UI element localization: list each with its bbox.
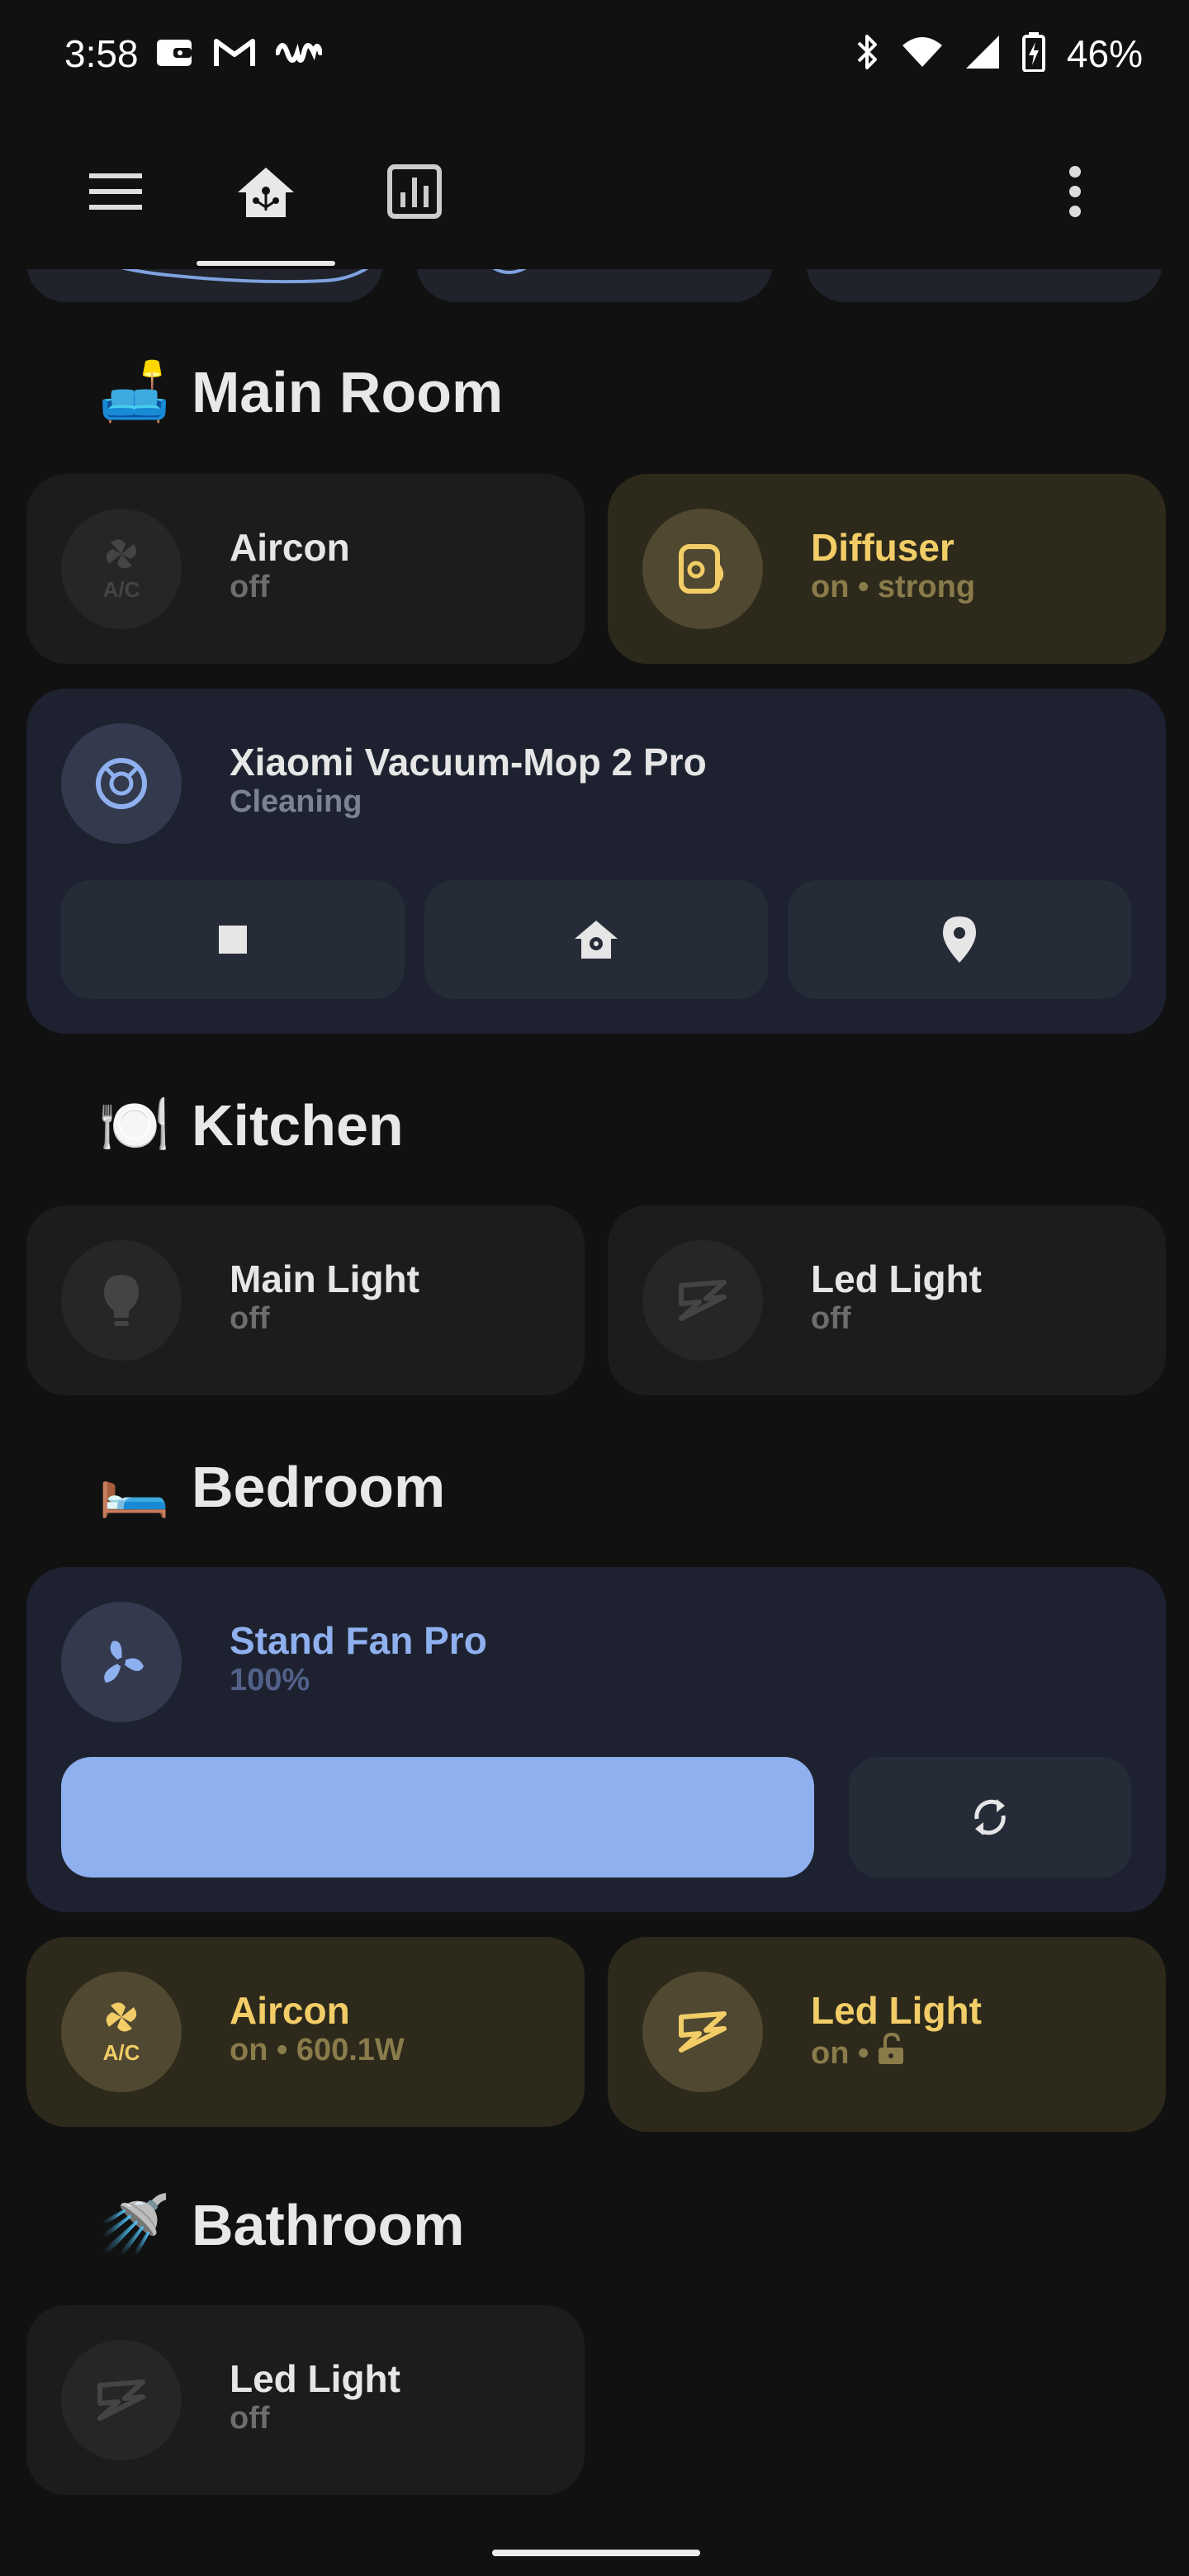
- tile-state: on •: [811, 2035, 869, 2071]
- return-home-icon: [575, 921, 618, 959]
- diffuser-icon[interactable]: [642, 509, 763, 629]
- section-title-text: Main Room: [192, 360, 504, 424]
- tile-stand-fan[interactable]: Stand Fan Pro 100%: [26, 1567, 1166, 1912]
- tile-name: Aircon: [230, 526, 350, 569]
- signal-icon: [964, 34, 1001, 74]
- vacuum-stop-button[interactable]: [61, 880, 405, 999]
- lock-open-icon: [877, 2032, 905, 2074]
- gesture-nav-bar[interactable]: [492, 2550, 700, 2556]
- led-strip-icon[interactable]: [61, 2340, 182, 2460]
- status-time: 3:58: [64, 32, 139, 75]
- tab-home[interactable]: [233, 159, 299, 225]
- gmail-icon: [213, 36, 256, 73]
- tile-name: Stand Fan Pro: [230, 1619, 487, 1662]
- waveform-icon: [275, 35, 323, 75]
- home-icon: [238, 168, 294, 217]
- tile-bedroom-aircon[interactable]: A/C Aircon on • 600.1W: [26, 1937, 585, 2127]
- tile-state: 100%: [230, 1663, 310, 1698]
- tile-state: Cleaning: [230, 784, 362, 819]
- tab-energy[interactable]: [381, 159, 448, 225]
- tile-state: off: [811, 1301, 851, 1336]
- section-title-text: Bedroom: [192, 1455, 446, 1519]
- battery-charging-icon: [1021, 31, 1045, 76]
- tile-name: Main Light: [230, 1257, 419, 1300]
- tile-name: Led Light: [230, 2357, 400, 2400]
- fan-oscillate-button[interactable]: [849, 1757, 1131, 1878]
- tab-selected-indicator: [197, 261, 335, 266]
- tile-name: Led Light: [811, 1257, 982, 1300]
- fan-speed-slider[interactable]: [61, 1757, 814, 1878]
- tile-kitchen-led-light[interactable]: Led Light off: [608, 1205, 1166, 1395]
- led-strip-icon[interactable]: [642, 1972, 763, 2092]
- air-conditioner-icon[interactable]: A/C: [61, 1972, 182, 2092]
- svg-text:A/C: A/C: [103, 2040, 140, 2065]
- stop-icon: [219, 926, 247, 954]
- svg-text:A/C: A/C: [103, 577, 140, 602]
- tile-bathroom-led-light[interactable]: Led Light off: [26, 2305, 585, 2495]
- notification-icons: [155, 35, 323, 75]
- chart-icon: [387, 164, 442, 219]
- tile-name: Diffuser: [811, 526, 955, 569]
- tile-state: off: [230, 2401, 270, 2436]
- fan-icon[interactable]: [61, 1602, 182, 1722]
- tile-bedroom-led-light[interactable]: Led Light on •: [608, 1937, 1166, 2132]
- more-vertical-icon[interactable]: [1042, 159, 1108, 225]
- bluetooth-icon: [855, 33, 880, 75]
- tile-name: Xiaomi Vacuum-Mop 2 Pro: [230, 741, 707, 784]
- wifi-icon: [902, 36, 943, 73]
- lightbulb-icon[interactable]: [61, 1240, 182, 1361]
- shower-icon: 🚿: [98, 2192, 171, 2256]
- air-conditioner-icon[interactable]: A/C: [61, 509, 182, 629]
- section-title-bedroom: 🛏️ Bedroom: [97, 1450, 445, 1524]
- section-title-text: Kitchen: [192, 1093, 404, 1158]
- hamburger-menu-icon[interactable]: [83, 159, 149, 225]
- tile-kitchen-main-light[interactable]: Main Light off: [26, 1205, 585, 1395]
- tile-state-row: on •: [811, 2032, 905, 2074]
- section-title-main-room: 🛋️ Main Room: [97, 355, 503, 429]
- status-right-icons: 46%: [855, 31, 1143, 76]
- tile-vacuum[interactable]: Xiaomi Vacuum-Mop 2 Pro Cleaning: [26, 689, 1166, 1034]
- battery-percent: 46%: [1066, 32, 1143, 75]
- plate-icon: 🍽️: [98, 1092, 171, 1157]
- section-title-text: Bathroom: [192, 2193, 465, 2257]
- oscillate-icon: [974, 1799, 1006, 1835]
- tile-main-aircon[interactable]: A/C Aircon off: [26, 474, 585, 664]
- couch-icon: 🛋️: [98, 359, 171, 424]
- tile-state: on • strong: [811, 570, 976, 604]
- top-app-bar: [0, 111, 1189, 269]
- vacuum-locate-button[interactable]: [788, 880, 1131, 999]
- section-title-bathroom: 🚿 Bathroom: [97, 2188, 465, 2262]
- tile-diffuser[interactable]: Diffuser on • strong: [608, 474, 1166, 664]
- tile-state: on • 600.1W: [230, 2033, 405, 2067]
- fan-speed-fill: [61, 1757, 814, 1878]
- section-title-kitchen: 🍽️ Kitchen: [97, 1088, 404, 1163]
- locate-icon: [943, 916, 976, 963]
- tile-state: off: [230, 1301, 270, 1336]
- tile-name: Aircon: [230, 1989, 350, 2032]
- wallet-icon: [155, 36, 193, 73]
- vacuum-return-home-button[interactable]: [424, 880, 768, 999]
- bed-icon: 🛏️: [98, 1454, 171, 1518]
- tile-name: Led Light: [811, 1989, 982, 2032]
- led-strip-icon[interactable]: [642, 1240, 763, 1361]
- robot-vacuum-icon[interactable]: [61, 723, 182, 844]
- status-bar: 3:58 46%: [0, 0, 1189, 111]
- tile-state: off: [230, 570, 270, 604]
